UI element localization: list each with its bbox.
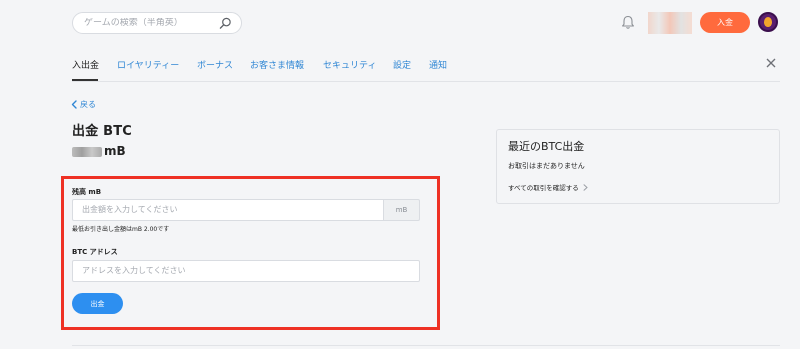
active-tab-indicator bbox=[72, 79, 98, 81]
avatar[interactable] bbox=[758, 12, 778, 32]
tab-notifications[interactable]: 通知 bbox=[429, 58, 447, 71]
view-all-transactions-link[interactable]: すべての取引を確認する bbox=[508, 182, 588, 192]
divider bbox=[72, 345, 780, 346]
amount-unit-label: mB bbox=[395, 206, 408, 214]
close-icon[interactable] bbox=[765, 57, 777, 69]
amount-field[interactable] bbox=[72, 199, 384, 221]
notification-bell-icon[interactable] bbox=[621, 15, 635, 30]
withdraw-submit-label: 出金 bbox=[90, 299, 105, 308]
tab-settings[interactable]: 設定 bbox=[393, 58, 411, 71]
balance-unit: mB bbox=[104, 144, 126, 158]
amount-label: 残高 mB bbox=[72, 188, 102, 196]
back-link[interactable]: 戻る bbox=[71, 99, 96, 110]
tab-customer-info[interactable]: お客さま情報 bbox=[250, 58, 304, 71]
minimum-withdrawal-note: 最低お引き出し金額はmB 2.00です bbox=[72, 226, 170, 233]
search-box[interactable] bbox=[72, 12, 242, 34]
search-icon[interactable] bbox=[219, 17, 232, 30]
address-field[interactable] bbox=[72, 260, 420, 282]
tab-loyalty[interactable]: ロイヤリティー bbox=[117, 58, 179, 71]
account-tabs: 入出金 ロイヤリティー ボーナス お客さま情報 セキュリティ 設定 通知 bbox=[72, 46, 780, 82]
amount-input[interactable] bbox=[82, 205, 372, 214]
recent-withdrawals-card: 最近のBTC出金 お取引はまだありません すべての取引を確認する bbox=[496, 129, 780, 204]
address-input[interactable] bbox=[82, 266, 372, 275]
tab-bonus[interactable]: ボーナス bbox=[197, 58, 233, 71]
withdraw-submit-button[interactable]: 出金 bbox=[72, 293, 123, 314]
address-label: BTC アドレス bbox=[72, 248, 118, 256]
recent-withdrawals-title: 最近のBTC出金 bbox=[508, 140, 585, 153]
tab-security[interactable]: セキュリティ bbox=[323, 58, 376, 71]
top-bar: 入金 bbox=[0, 0, 800, 46]
back-link-label: 戻る bbox=[80, 100, 96, 109]
search-input[interactable] bbox=[84, 18, 214, 28]
deposit-button[interactable]: 入金 bbox=[700, 12, 750, 33]
amount-unit-addon: mB bbox=[383, 199, 420, 221]
username-blurred bbox=[648, 12, 692, 34]
balance-amount-blurred bbox=[72, 147, 102, 157]
page-title: 出金 BTC bbox=[72, 124, 133, 139]
view-all-transactions-label: すべての取引を確認する bbox=[508, 184, 579, 192]
recent-withdrawals-empty: お取引はまだありません bbox=[508, 162, 585, 170]
chevron-right-icon bbox=[583, 183, 588, 191]
tab-deposit-withdraw[interactable]: 入出金 bbox=[72, 58, 99, 71]
deposit-button-label: 入金 bbox=[717, 18, 733, 27]
chevron-left-icon bbox=[71, 100, 77, 109]
